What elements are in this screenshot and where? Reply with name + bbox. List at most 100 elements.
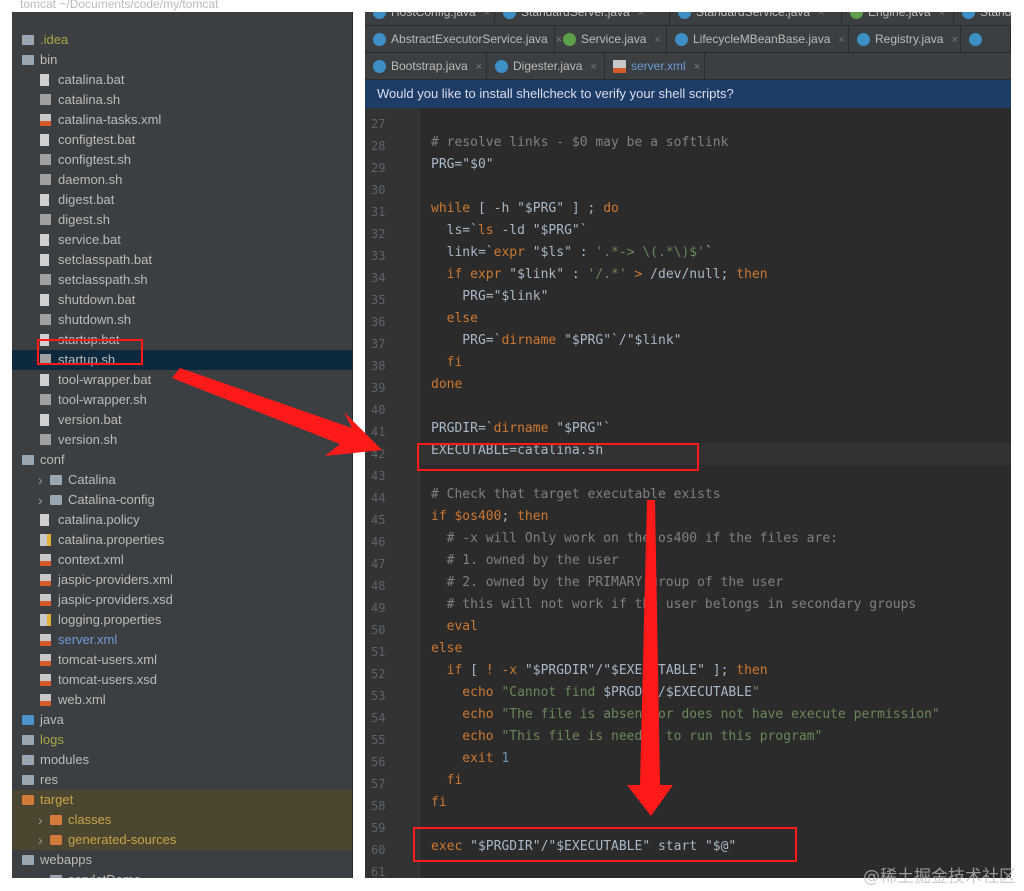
tree-item[interactable]: conf (12, 450, 352, 470)
editor-tab[interactable] (961, 26, 1011, 53)
editor-tab[interactable]: Registry.java × (849, 26, 961, 53)
close-tab-icon[interactable]: × (484, 12, 490, 19)
tree-item[interactable]: tool-wrapper.bat (12, 370, 352, 390)
editor-tab[interactable]: LifecycleMBeanBase.java × (667, 26, 849, 53)
editor-tab[interactable]: Digester.java × (487, 53, 605, 80)
tree-item[interactable]: digest.sh (12, 210, 352, 230)
tree-item[interactable]: startup.bat (12, 330, 352, 350)
chevron-right-icon[interactable]: › (38, 490, 43, 510)
tree-item[interactable]: target (12, 790, 352, 810)
chevron-right-icon[interactable]: › (38, 810, 43, 830)
tree-item[interactable]: catalina.sh (12, 90, 352, 110)
tree-item[interactable]: jaspic-providers.xml (12, 570, 352, 590)
tree-item-label: setclasspath.bat (58, 252, 152, 267)
editor-tab[interactable]: StandardService.java × (670, 12, 842, 26)
close-tab-icon[interactable]: × (818, 12, 824, 19)
tree-item[interactable]: › generated-sources (12, 830, 352, 850)
tree-item[interactable]: service.bat (12, 230, 352, 250)
shellcheck-banner[interactable]: Would you like to install shellcheck to … (365, 80, 1011, 108)
code-token: $os400 (454, 509, 502, 524)
editor-tab[interactable]: HostConfig.java × (365, 12, 495, 26)
xml-icon (40, 654, 51, 666)
tree-item[interactable]: digest.bat (12, 190, 352, 210)
close-tab-icon[interactable]: × (476, 61, 482, 73)
tab-label: server.xml (631, 59, 686, 73)
tree-item[interactable]: bin (12, 50, 352, 70)
chevron-right-icon[interactable]: › (38, 470, 43, 490)
tree-item[interactable]: modules (12, 750, 352, 770)
close-tab-icon[interactable]: × (590, 61, 596, 73)
line-number: 38 (371, 359, 386, 373)
line-number: 60 (371, 843, 386, 857)
editor-tab[interactable]: server.xml × (605, 53, 705, 80)
editor-tab[interactable]: StandardEn× (954, 12, 1011, 26)
tree-item[interactable]: logs (12, 730, 352, 750)
tree-item[interactable]: › servletDemo (12, 870, 352, 878)
close-tab-icon[interactable]: × (939, 12, 945, 19)
code-token: then (517, 509, 549, 524)
tree-item[interactable]: res (12, 770, 352, 790)
tree-item[interactable]: › classes (12, 810, 352, 830)
tree-item[interactable]: configtest.sh (12, 150, 352, 170)
tree-item[interactable]: catalina.policy (12, 510, 352, 530)
tree-item[interactable]: setclasspath.bat (12, 250, 352, 270)
tree-item[interactable]: java (12, 710, 352, 730)
editor-tab[interactable]: StandardServer.java × (495, 12, 670, 26)
close-tab-icon[interactable]: × (654, 34, 660, 46)
project-tree[interactable]: .idea bin catalina.bat catalina.sh catalina-… (12, 12, 353, 878)
tree-item[interactable]: tool-wrapper.sh (12, 390, 352, 410)
tree-item[interactable]: catalina-tasks.xml (12, 110, 352, 130)
editor-tab[interactable]: Engine.java × (842, 12, 954, 26)
line-number: 56 (371, 755, 386, 769)
source-folder-icon (22, 715, 34, 725)
tree-item[interactable]: .idea (12, 30, 352, 50)
tree-item[interactable]: › Catalina-config (12, 490, 352, 510)
tree-item[interactable]: context.xml (12, 550, 352, 570)
tree-item[interactable]: startup.sh (12, 350, 352, 370)
tab-label: StandardEn (980, 12, 1011, 19)
tree-item[interactable]: server.xml (12, 630, 352, 650)
shell-script-icon (40, 434, 51, 445)
chevron-right-icon[interactable]: › (38, 870, 43, 878)
close-tab-icon[interactable]: × (951, 34, 957, 46)
code-token: dirname (501, 333, 557, 348)
tree-item[interactable]: shutdown.sh (12, 310, 352, 330)
class-icon (857, 33, 870, 46)
close-tab-icon[interactable]: × (638, 12, 644, 19)
tree-item[interactable]: jaspic-providers.xsd (12, 590, 352, 610)
editor-tab[interactable]: Service.java × (555, 26, 667, 53)
tree-item-label: version.bat (58, 412, 122, 427)
tree-item[interactable]: version.bat (12, 410, 352, 430)
close-tab-icon[interactable]: × (838, 34, 844, 46)
tree-item[interactable]: daemon.sh (12, 170, 352, 190)
tree-item[interactable]: shutdown.bat (12, 290, 352, 310)
code-editor[interactable]: 27 28 29 30 31 32 33 34 35 36 37 38 39 40 41 42 43 44 45 46… (365, 108, 1011, 878)
tree-item[interactable]: logging.properties (12, 610, 352, 630)
tree-item[interactable]: tomcat-users.xsd (12, 670, 352, 690)
tree-item[interactable]: catalina.bat (12, 70, 352, 90)
tree-item[interactable]: tomcat-users.xml (12, 650, 352, 670)
tree-item[interactable]: webapps (12, 850, 352, 870)
code-line: while [ -h "$PRG" ] ; do (431, 201, 619, 223)
close-tab-icon[interactable]: × (694, 61, 700, 73)
code-token: '.*-> \(.*\)$' (595, 245, 705, 260)
tree-item-label: logging.properties (58, 612, 162, 627)
tree-item[interactable]: version.sh (12, 430, 352, 450)
code-line: echo "The file is absent or does not hav… (431, 707, 939, 729)
code-line: if [ ! -x "$PRGDIR"/"$EXECUTABLE" ]; the… (431, 663, 768, 685)
editor-tab[interactable]: Bootstrap.java × (365, 53, 487, 80)
shell-script-icon (40, 174, 51, 185)
tree-item-label: startup.sh (58, 352, 116, 367)
code-token: $PRGDIR/$EXECUTABLE (603, 685, 752, 700)
chevron-right-icon[interactable]: › (38, 830, 43, 850)
editor-tab[interactable]: AbstractExecutorService.java × (365, 26, 562, 53)
folder-icon (22, 735, 34, 745)
tree-item[interactable]: › Catalina (12, 470, 352, 490)
tab-label: Registry.java (875, 32, 944, 46)
tree-item[interactable]: setclasspath.sh (12, 270, 352, 290)
tree-item[interactable]: catalina.properties (12, 530, 352, 550)
tree-item[interactable]: web.xml (12, 690, 352, 710)
tree-item[interactable]: configtest.bat (12, 130, 352, 150)
line-number: 32 (371, 227, 386, 241)
code-token: fi (431, 355, 463, 370)
